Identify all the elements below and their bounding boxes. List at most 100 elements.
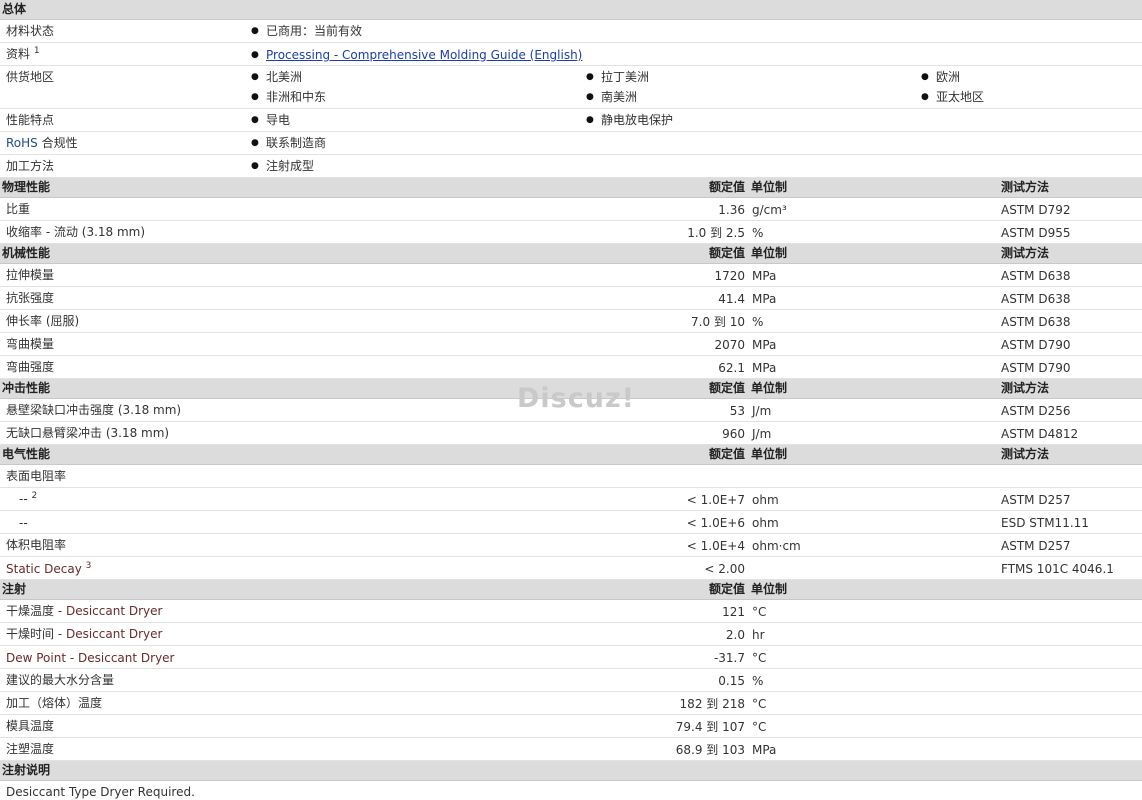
- nominal-value: 68.9 到 103: [675, 743, 745, 757]
- nominal-value: 960: [722, 427, 745, 441]
- property-label: 无缺口悬臂梁冲击 (3.18 mm): [6, 426, 170, 440]
- property-label: 悬壁梁缺口冲击强度 (3.18 mm): [6, 403, 182, 417]
- discuz-watermark: Discuz!: [517, 383, 635, 414]
- property-label: 体积电阻率: [6, 538, 67, 552]
- nominal-value: 182 到 218: [679, 697, 745, 711]
- row-label: RoHS 合规性: [6, 136, 78, 150]
- nominal-value: 7.0 到 10: [691, 315, 745, 329]
- property-label: --: [19, 516, 28, 530]
- unit-value: J/m: [752, 427, 772, 441]
- property-label: Static Decay 3: [6, 561, 92, 577]
- notes-text: Desiccant Type Dryer Required.: [6, 785, 195, 799]
- table-row: 干燥时间 - Desiccant Dryer 2.0 hr: [0, 623, 1142, 646]
- features-row: 性能特点 导电 静电放电保护: [0, 109, 1142, 132]
- col-header-test: 测试方法: [1001, 180, 1050, 194]
- section-injection-header: 注射 额定值 单位制: [0, 580, 1142, 600]
- footnote-marker: 3: [85, 561, 92, 571]
- processing-method-row: 加工方法 注射成型: [0, 155, 1142, 178]
- unit-value: %: [752, 226, 764, 240]
- table-row: 建议的最大水分含量 0.15 %: [0, 669, 1142, 692]
- unit-value: MPa: [752, 361, 777, 375]
- col-header-unit: 单位制: [751, 246, 788, 260]
- property-label: 加工（熔体）温度: [6, 696, 103, 710]
- nominal-value: 1720: [714, 269, 745, 283]
- col-header-nominal: 额定值: [708, 180, 745, 194]
- unit-value: ohm: [752, 493, 779, 507]
- table-row: 干燥温度 - Desiccant Dryer 121 °C: [0, 600, 1142, 623]
- region-item: 欧洲: [921, 70, 960, 84]
- section-title: 物理性能: [2, 180, 51, 194]
- test-method: ASTM D638: [1001, 269, 1071, 283]
- region-item: 拉丁美洲: [586, 70, 649, 84]
- table-row: 弯曲模量 2070 MPa ASTM D790: [0, 333, 1142, 356]
- availability-row: 供货地区 北美洲 拉丁美洲 欧洲 非洲和中东 南美洲 亚太地区: [0, 66, 1142, 109]
- unit-value: MPa: [752, 292, 777, 306]
- processing-value: 注射成型: [251, 159, 314, 173]
- nominal-value: 62.1: [718, 361, 745, 375]
- nominal-value: 0.15: [718, 674, 745, 688]
- table-row: 弯曲强度 62.1 MPa ASTM D790: [0, 356, 1142, 379]
- col-header-unit: 单位制: [751, 180, 788, 194]
- table-row: -- < 1.0E+6 ohm ESD STM11.11: [0, 511, 1142, 534]
- section-injection-notes-header: 注射说明: [0, 761, 1142, 781]
- table-row: -- 2 < 1.0E+7 ohm ASTM D257: [0, 488, 1142, 511]
- test-method: ASTM D638: [1001, 315, 1071, 329]
- nominal-value: < 1.0E+7: [686, 493, 745, 507]
- unit-value: °C: [752, 697, 767, 711]
- region-item: 非洲和中东: [251, 90, 326, 104]
- nominal-value: 2.0: [725, 628, 745, 642]
- row-label: 材料状态: [6, 24, 55, 38]
- table-row: 体积电阻率 < 1.0E+4 ohm·cm ASTM D257: [0, 534, 1142, 557]
- nominal-value: 41.4: [718, 292, 745, 306]
- test-method: ASTM D257: [1001, 493, 1071, 507]
- section-physical-header: 物理性能 额定值 单位制 测试方法: [0, 178, 1142, 198]
- col-header-unit: 单位制: [751, 381, 788, 395]
- col-header-test: 测试方法: [1001, 381, 1050, 395]
- unit-value: %: [752, 315, 764, 329]
- nominal-value: 1.36: [718, 203, 745, 217]
- nominal-value: < 2.00: [704, 562, 745, 576]
- unit-value: g/cm³: [752, 203, 787, 217]
- nominal-value: 2070: [714, 338, 745, 352]
- molding-guide-link[interactable]: Processing - Comprehensive Molding Guide…: [251, 48, 582, 62]
- property-label: 干燥时间 - Desiccant Dryer: [6, 627, 163, 641]
- row-label: 资料 1: [6, 46, 40, 62]
- table-row: 加工（熔体）温度 182 到 218 °C: [0, 692, 1142, 715]
- property-label: 拉伸模量: [6, 268, 55, 282]
- test-method: ESD STM11.11: [1001, 516, 1089, 530]
- section-title: 冲击性能: [2, 381, 51, 395]
- table-row: 注塑温度 68.9 到 103 MPa: [0, 738, 1142, 761]
- unit-value: J/m: [752, 404, 772, 418]
- unit-value: °C: [752, 605, 767, 619]
- property-label: 抗张强度: [6, 291, 55, 305]
- table-row: 拉伸模量 1720 MPa ASTM D638: [0, 264, 1142, 287]
- property-label: 表面电阻率: [6, 469, 67, 483]
- property-label: 弯曲强度: [6, 360, 55, 374]
- footnote-marker: 2: [31, 491, 38, 501]
- col-header-test: 测试方法: [1001, 447, 1050, 461]
- test-method: ASTM D792: [1001, 203, 1071, 217]
- feature-item: 导电: [251, 113, 290, 127]
- property-label: 模具温度: [6, 719, 55, 733]
- table-row: 伸长率 (屈服) 7.0 到 10 % ASTM D638: [0, 310, 1142, 333]
- rohs-value: 联系制造商: [251, 136, 326, 150]
- property-label: 建议的最大水分含量: [6, 673, 115, 687]
- table-row: 无缺口悬臂梁冲击 (3.18 mm) 960 J/m ASTM D4812: [0, 422, 1142, 445]
- test-method: ASTM D790: [1001, 361, 1071, 375]
- unit-value: %: [752, 674, 764, 688]
- unit-value: hr: [752, 628, 765, 642]
- property-label: 比重: [6, 202, 31, 216]
- table-row: 模具温度 79.4 到 107 °C: [0, 715, 1142, 738]
- nominal-value: -31.7: [713, 651, 745, 665]
- literature-row: 资料 1 Processing - Comprehensive Molding …: [0, 43, 1142, 66]
- section-title: 注射说明: [2, 763, 51, 777]
- test-method: ASTM D4812: [1001, 427, 1079, 441]
- col-header-test: 测试方法: [1001, 246, 1050, 260]
- test-method: FTMS 101C 4046.1: [1001, 562, 1114, 576]
- region-item: 北美洲: [251, 70, 302, 84]
- unit-value: MPa: [752, 269, 777, 283]
- section-title: 注射: [2, 582, 27, 596]
- nominal-value: < 1.0E+4: [686, 539, 745, 553]
- table-row: Dew Point - Desiccant Dryer -31.7 °C: [0, 646, 1142, 669]
- region-item: 南美洲: [586, 90, 637, 104]
